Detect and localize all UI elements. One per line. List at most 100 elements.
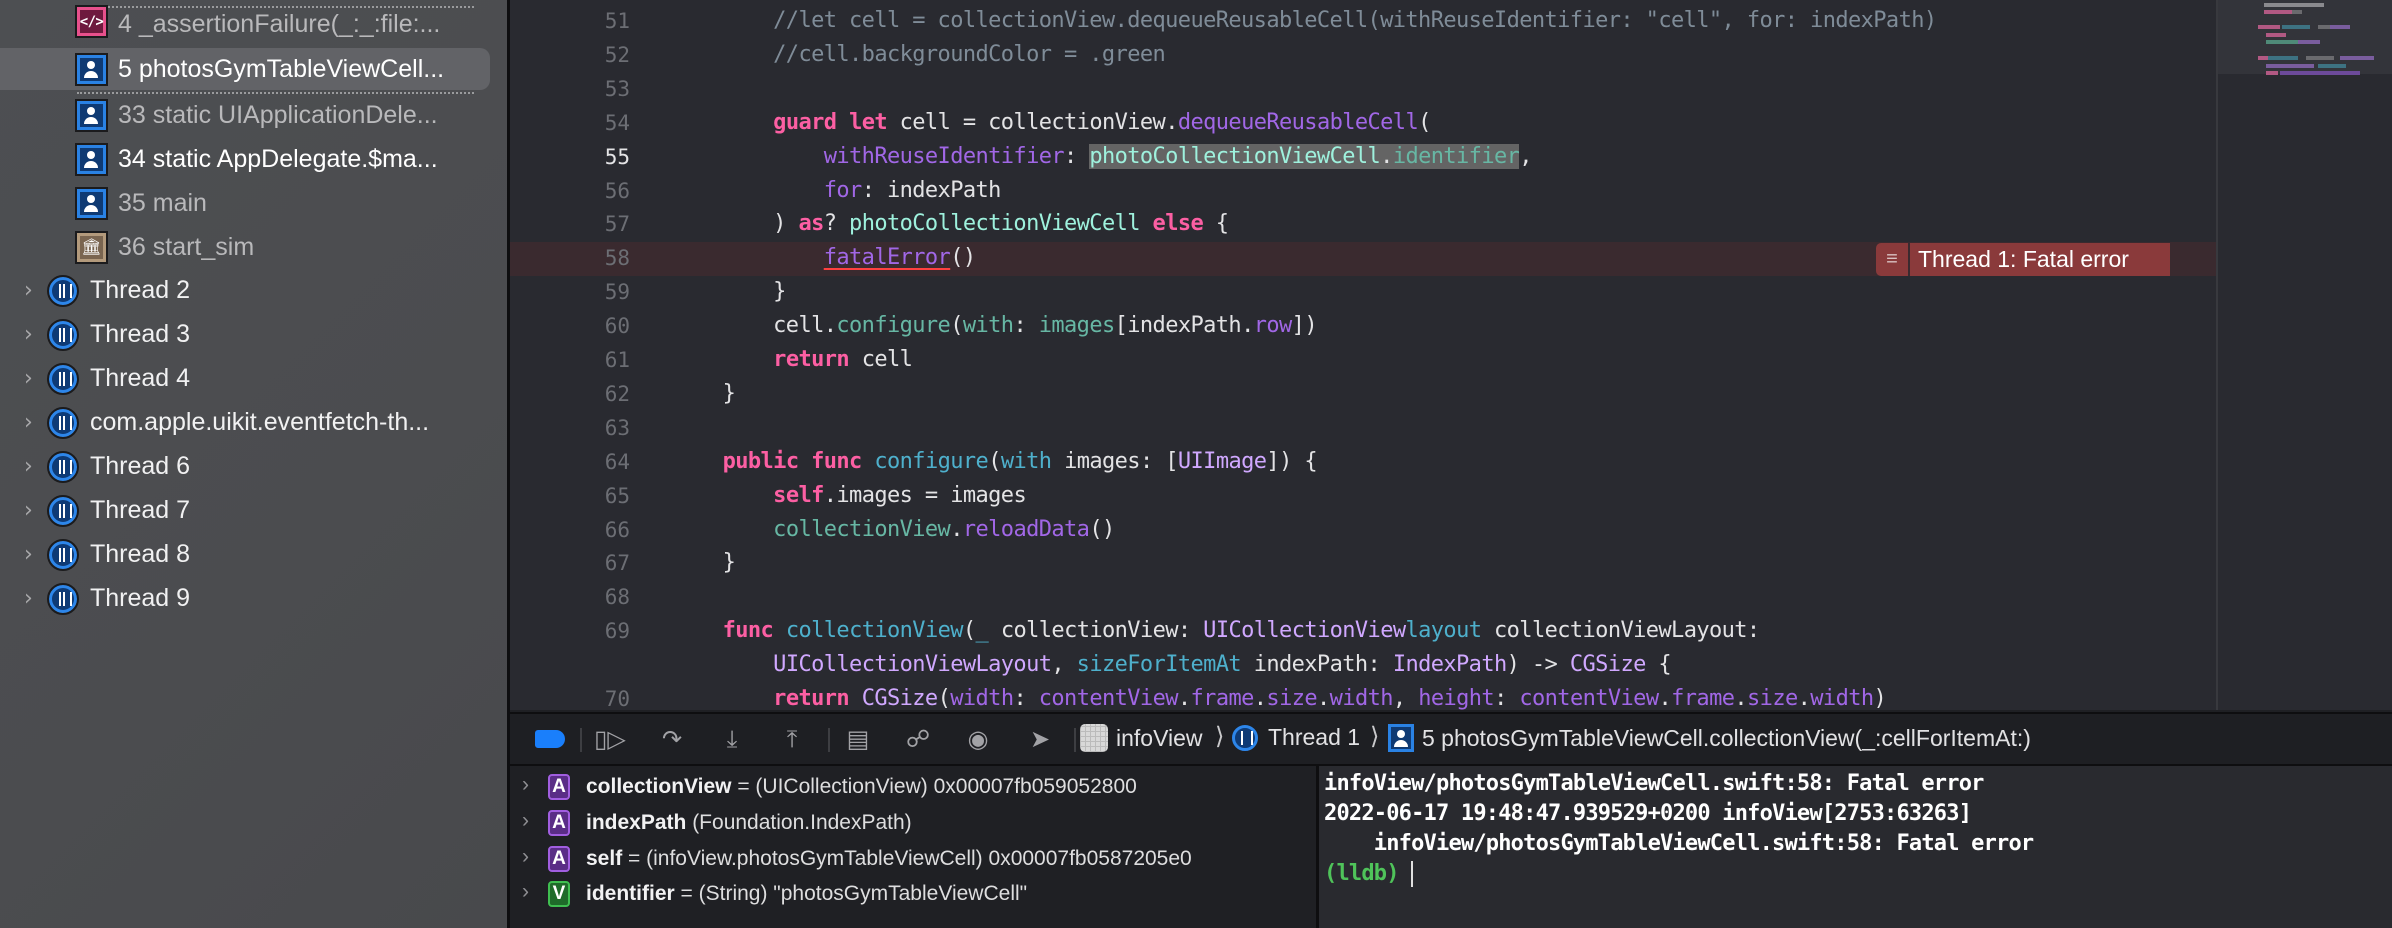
line-number: 55 — [604, 144, 630, 169]
step-into-button[interactable]: ⤓ — [712, 724, 752, 754]
code-icon: </> — [75, 5, 108, 38]
continue-icon: ▯▷ — [594, 725, 626, 753]
code-line[interactable]: 55 withReuseIdentifier: photoCollectionV… — [510, 141, 2216, 175]
variable-badge-icon: V — [548, 881, 570, 907]
chevron-right-icon[interactable]: › — [24, 498, 33, 523]
chevron-right-icon[interactable]: › — [522, 880, 529, 904]
code-token: : — [1064, 143, 1090, 169]
stack-frame-36[interactable]: 🏛 36 start_sim — [0, 227, 490, 267]
memory-graph-button[interactable]: ☍ — [898, 724, 938, 754]
code-line[interactable]: 56 for: indexPath — [510, 175, 2216, 209]
stack-frame-35[interactable]: 35 main — [0, 183, 490, 223]
chevron-right-icon[interactable]: › — [24, 542, 33, 567]
variable-row[interactable]: › V identifier = (String) "photosGymTabl… — [510, 877, 1316, 911]
code-text: return cell — [672, 347, 913, 372]
code-line[interactable]: 63 — [510, 412, 2216, 446]
chevron-right-icon[interactable]: › — [24, 322, 33, 347]
thread-row[interactable]: › Thread 7 — [0, 492, 490, 532]
thread-row[interactable]: › Thread 8 — [0, 536, 490, 576]
code-token: return — [773, 347, 850, 372]
layers-icon: ▤ — [846, 725, 870, 753]
thread-row[interactable]: › Thread 3 — [0, 316, 490, 356]
code-line[interactable]: 62 } — [510, 378, 2216, 412]
chevron-right-icon[interactable]: › — [522, 809, 529, 833]
code-line[interactable]: 61 return cell — [510, 344, 2216, 378]
code-line[interactable]: 54 guard let cell = collectionView.deque… — [510, 107, 2216, 141]
step-out-button[interactable]: ⤒ — [772, 724, 812, 754]
line-number: 53 — [604, 76, 630, 101]
code-line[interactable]: 65 self.images = images — [510, 480, 2216, 514]
code-token: sizeForItemAt — [1076, 652, 1242, 678]
code-line[interactable]: UICollectionViewLayout, sizeForItemAt in… — [510, 649, 2216, 683]
chevron-right-icon[interactable]: › — [24, 366, 33, 391]
source-editor[interactable]: 51 //let cell = collectionView.dequeueRe… — [510, 0, 2216, 710]
line-number: 66 — [604, 517, 630, 542]
thread-row[interactable]: › com.apple.uikit.eventfetch-th... — [0, 404, 490, 444]
user-code-icon — [1388, 724, 1414, 752]
code-line[interactable]: 69 func collectionView(_ collectionView:… — [510, 615, 2216, 649]
variable-row[interactable]: › A indexPath (Foundation.IndexPath) — [510, 806, 1316, 840]
code-token: ) -> — [1506, 652, 1570, 678]
chevron-right-icon[interactable]: › — [24, 454, 33, 479]
thread-icon — [1232, 724, 1258, 751]
code-line[interactable]: 68 — [510, 581, 2216, 615]
minimap[interactable] — [2216, 0, 2392, 710]
text-cursor — [1410, 861, 1413, 887]
minimap-line — [2266, 63, 2314, 68]
error-annotation[interactable]: ≡ Thread 1: Fatal error — [1876, 243, 2170, 276]
stack-frame-4[interactable]: </> 4 _assertionFailure(_:_:file:... — [0, 4, 490, 44]
code-line[interactable]: 67 } — [510, 547, 2216, 581]
breadcrumb-thread[interactable]: Thread 1 — [1232, 724, 1360, 751]
variable-name: collectionView — [586, 775, 732, 798]
code-token: ( — [950, 313, 963, 339]
code-line[interactable]: 70 return CGSize(width: contentView.fram… — [510, 683, 2216, 710]
simulate-location-button[interactable]: ➤ — [1020, 724, 1060, 754]
code-token: for — [823, 177, 863, 203]
code-text: } — [672, 381, 736, 406]
code-line[interactable]: 64 public func configure(with images: [U… — [510, 446, 2216, 480]
chevron-right-icon[interactable]: › — [24, 586, 33, 611]
chevron-right-icon[interactable]: › — [522, 845, 529, 869]
thread-icon — [47, 319, 79, 351]
view-hierarchy-button[interactable]: ▤ — [838, 724, 878, 754]
thread-row[interactable]: › Thread 6 — [0, 448, 490, 488]
user-code-icon — [75, 186, 108, 220]
code-line[interactable]: 57 ) as? photoCollectionViewCell else { — [510, 208, 2216, 242]
code-token: guard — [773, 109, 837, 135]
console-prompt-line[interactable]: (lldb) — [1324, 861, 1413, 887]
step-over-button[interactable]: ↷ — [652, 724, 692, 754]
environment-overrides-button[interactable]: ◉ — [958, 724, 998, 754]
menu-lines-icon[interactable]: ≡ — [1876, 243, 1908, 276]
code-line[interactable]: 51 //let cell = collectionView.dequeueRe… — [510, 5, 2216, 39]
breadcrumb-app[interactable]: infoView — [1080, 724, 1203, 752]
chevron-right-icon[interactable]: › — [522, 773, 529, 797]
code-text: self.images = images — [672, 483, 1027, 508]
variable-text: indexPath (Foundation.IndexPath) — [586, 811, 912, 835]
chevron-right-icon[interactable]: › — [24, 410, 33, 435]
code-line[interactable]: 59 } — [510, 276, 2216, 310]
stack-frame-5[interactable]: 5 photosGymTableViewCell... — [0, 48, 490, 90]
minimap-line — [2298, 40, 2320, 44]
continue-button[interactable]: ▯▷ — [590, 724, 630, 754]
code-line[interactable]: 52 //cell.backgroundColor = .green — [510, 39, 2216, 73]
thread-row[interactable]: › Thread 4 — [0, 360, 490, 400]
variable-row[interactable]: › A collectionView = (UICollectionView) … — [510, 770, 1316, 804]
code-token: : — [1013, 686, 1039, 710]
code-line[interactable]: 66 collectionView.reloadData() — [510, 514, 2216, 548]
chevron-right-icon[interactable]: › — [24, 278, 33, 303]
code-line[interactable]: 53 — [510, 73, 2216, 107]
debug-console[interactable]: infoView/photosGymTableViewCell.swift:58… — [1316, 766, 2392, 928]
code-line[interactable]: 60 cell.configure(with: images[indexPath… — [510, 310, 2216, 344]
thread-row[interactable]: › Thread 9 — [0, 580, 490, 620]
breadcrumb-frame[interactable]: 5 photosGymTableViewCell.collectionView(… — [1388, 724, 2031, 752]
stack-frame-33[interactable]: 33 static UIApplicationDele... — [0, 95, 490, 135]
variable-row[interactable]: › A self = (infoView.photosGymTableViewC… — [510, 842, 1316, 876]
thread-row[interactable]: › Thread 2 — [0, 272, 490, 312]
code-token: return — [773, 686, 850, 710]
stack-frame-34[interactable]: 34 static AppDelegate.$ma... — [0, 139, 490, 179]
breakpoints-toggle-button[interactable] — [535, 730, 565, 748]
thread-label: Thread 9 — [90, 584, 191, 612]
code-token: : — [1013, 313, 1039, 339]
